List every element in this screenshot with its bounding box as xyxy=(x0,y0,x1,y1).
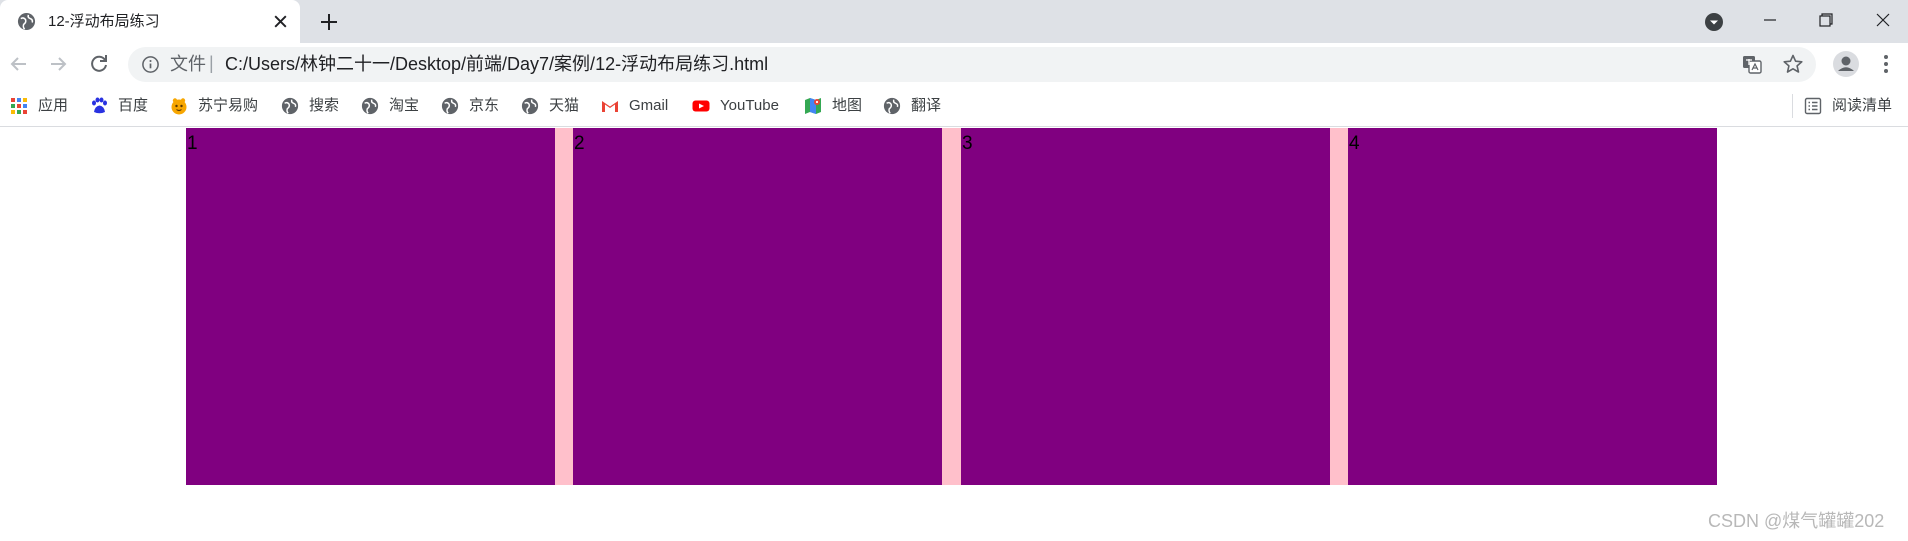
info-icon[interactable] xyxy=(141,55,160,74)
bookmark-label: YouTube xyxy=(720,97,779,114)
bookmark-label: 淘宝 xyxy=(389,97,420,114)
browser-toolbar: 文件 | C:/Users/林钟二十一/Desktop/前端/Day7/案例/1… xyxy=(0,43,1908,86)
bookmark-label: 翻译 xyxy=(911,97,942,114)
bookmarks-bar: 应用 百度 苏宁易购 搜索 淘宝 京东 天猫 Gmail YouTube 地图 … xyxy=(0,86,1908,127)
apps-grid-icon xyxy=(11,98,27,114)
baidu-paw-icon xyxy=(92,97,107,114)
watermark-text: CSDN @煤气罐罐202 xyxy=(1708,511,1885,531)
suning-icon xyxy=(171,98,187,115)
bookmark-label: 苏宁易购 xyxy=(198,97,259,114)
tab-search-dropdown-icon[interactable] xyxy=(1703,11,1725,33)
globe-icon xyxy=(281,97,299,115)
tab-title: 12-浮动布局练习 xyxy=(48,13,160,30)
bookmark-baidu[interactable]: 百度 xyxy=(90,95,148,117)
bookmark-gmail[interactable]: Gmail xyxy=(601,95,668,117)
url-separator: | xyxy=(209,53,214,73)
bookmark-search[interactable]: 搜索 xyxy=(281,95,339,117)
bookmark-label: 地图 xyxy=(832,97,863,114)
page-viewport: 1 2 3 4 xyxy=(0,128,1908,541)
globe-icon xyxy=(883,97,901,115)
bookmark-apps[interactable]: 应用 xyxy=(10,95,68,117)
reading-list-button[interactable]: 阅读清单 xyxy=(1804,95,1892,117)
active-tab[interactable]: 12-浮动布局练习 xyxy=(0,0,300,43)
bookmark-label: 搜索 xyxy=(309,97,340,114)
bookmark-label: 应用 xyxy=(38,97,69,114)
bookmark-star-icon[interactable] xyxy=(1782,53,1804,75)
bookmark-label: 天猫 xyxy=(549,97,580,114)
window-close-icon[interactable] xyxy=(1871,8,1895,32)
new-tab-plus-icon[interactable] xyxy=(318,11,340,33)
bookmark-label: 京东 xyxy=(469,97,500,114)
url-text[interactable]: C:/Users/林钟二十一/Desktop/前端/Day7/案例/12-浮动布… xyxy=(225,54,768,75)
translate-icon[interactable] xyxy=(1741,53,1763,75)
bookmark-jd[interactable]: 京东 xyxy=(441,95,499,117)
bookmark-youtube[interactable]: YouTube xyxy=(692,95,779,117)
profile-avatar-icon[interactable] xyxy=(1832,50,1860,78)
reload-icon[interactable] xyxy=(87,52,111,76)
bookmark-label: 百度 xyxy=(118,97,149,114)
globe-icon xyxy=(441,97,459,115)
close-tab-icon[interactable] xyxy=(272,13,289,30)
float-box-2: 2 xyxy=(573,128,942,485)
float-box-4: 4 xyxy=(1348,128,1717,485)
bookmark-maps[interactable]: 地图 xyxy=(804,95,862,117)
float-box-1: 1 xyxy=(186,128,555,485)
youtube-icon xyxy=(692,100,710,112)
bookmark-tmall[interactable]: 天猫 xyxy=(521,95,579,117)
restore-icon[interactable] xyxy=(1814,8,1838,32)
float-box-3: 3 xyxy=(961,128,1330,485)
globe-icon xyxy=(361,97,379,115)
kebab-menu-icon[interactable] xyxy=(1874,52,1898,76)
address-bar[interactable]: 文件 | C:/Users/林钟二十一/Desktop/前端/Day7/案例/1… xyxy=(128,47,1816,82)
minimize-icon[interactable] xyxy=(1758,8,1782,32)
float-container: 1 2 3 4 xyxy=(186,128,1717,485)
bookmarks-divider xyxy=(1792,94,1793,118)
reading-list-icon xyxy=(1804,97,1822,115)
gmail-icon xyxy=(602,101,618,112)
bookmark-translate[interactable]: 翻译 xyxy=(883,95,941,117)
bookmark-label: Gmail xyxy=(629,97,669,114)
bookmark-taobao[interactable]: 淘宝 xyxy=(361,95,419,117)
reading-list-label: 阅读清单 xyxy=(1832,97,1893,114)
globe-icon xyxy=(17,12,36,31)
tab-strip: 12-浮动布局练习 xyxy=(0,0,1908,43)
maps-icon xyxy=(805,98,821,114)
forward-arrow-icon[interactable] xyxy=(46,52,70,76)
back-arrow-icon[interactable] xyxy=(7,52,31,76)
security-label: 文件 xyxy=(170,54,206,74)
bookmark-suning[interactable]: 苏宁易购 xyxy=(170,95,258,117)
globe-icon xyxy=(521,97,539,115)
